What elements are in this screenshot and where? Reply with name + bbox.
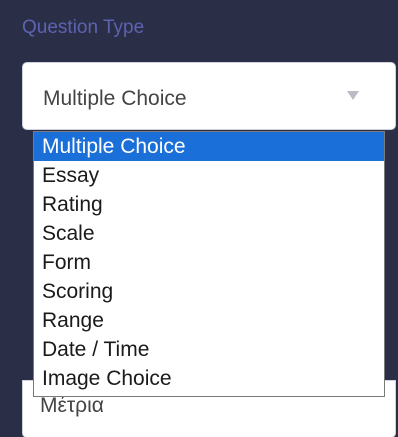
dropdown-option-form[interactable]: Form <box>34 248 384 277</box>
chevron-down-icon[interactable] <box>347 91 359 100</box>
question-type-dropdown-list: Multiple Choice Essay Rating Scale Form … <box>33 131 385 397</box>
dropdown-option-essay[interactable]: Essay <box>34 161 384 190</box>
dropdown-option-date-time[interactable]: Date / Time <box>34 335 384 364</box>
question-type-label: Question Type <box>22 17 145 38</box>
dropdown-option-scale[interactable]: Scale <box>34 219 384 248</box>
question-type-select[interactable]: Multiple Choice <box>22 62 396 130</box>
dropdown-option-rating[interactable]: Rating <box>34 190 384 219</box>
underlying-field-value: Μέτρια <box>40 394 104 417</box>
question-type-selected-value: Multiple Choice <box>43 87 187 110</box>
dropdown-option-multiple-choice[interactable]: Multiple Choice <box>34 132 384 161</box>
dropdown-option-scoring[interactable]: Scoring <box>34 277 384 306</box>
dropdown-option-range[interactable]: Range <box>34 306 384 335</box>
dropdown-option-image-choice[interactable]: Image Choice <box>34 364 384 393</box>
